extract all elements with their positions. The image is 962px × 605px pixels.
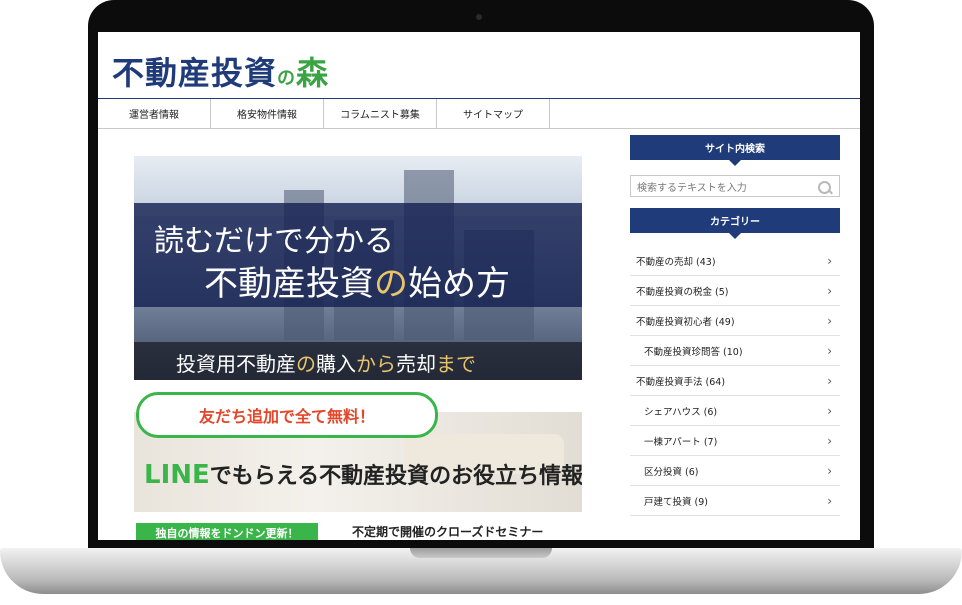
category-widget-title: カテゴリー: [630, 208, 840, 239]
browser-screen: 不動産投資の森 運営者情報 格安物件情報 コラムニスト募集 サイトマップ 読むだ…: [98, 32, 860, 540]
banner-line3-e: 売却: [396, 352, 436, 376]
chevron-right-icon: ›: [827, 493, 832, 508]
category-item[interactable]: シェアハウス (6) ›: [630, 396, 840, 426]
free-friend-pill[interactable]: 友だち追加で全て無料！: [136, 392, 438, 438]
chevron-right-icon: ›: [827, 373, 832, 388]
nav-item-columnist[interactable]: コラムニスト募集: [324, 99, 437, 128]
nav-item-operator[interactable]: 運営者情報: [98, 99, 211, 128]
arrow-down-icon: [729, 160, 741, 166]
category-item[interactable]: 区分投資 (6) ›: [630, 456, 840, 486]
laptop-notch: [410, 548, 552, 558]
category-label: 一棟アパート (7): [644, 436, 718, 448]
search-placeholder: 検索するテキストを入力: [637, 182, 747, 194]
line-banner-rest: でもらえる不動産投資のお役立ち情報: [209, 464, 582, 489]
banner-line2-a: 不動産投資: [204, 264, 374, 304]
category-label: 不動産投資手法 (64): [636, 376, 726, 388]
category-label: 不動産投資初心者 (49): [636, 316, 735, 328]
category-label: シェアハウス (6): [644, 406, 718, 418]
chevron-right-icon: ›: [827, 463, 832, 478]
banner-line1: 読むだけで分かる: [154, 224, 394, 259]
logo-main: 不動産投資: [112, 54, 278, 92]
search-widget-title: サイト内検索: [630, 135, 840, 166]
nav-item-sitemap[interactable]: サイトマップ: [437, 99, 550, 128]
banner-line3-a: 投資用不動産: [176, 352, 296, 376]
category-widget-title-text: カテゴリー: [710, 217, 760, 228]
camera-icon: [476, 14, 482, 20]
update-tag: 独自の情報をドンドン更新！: [136, 523, 318, 540]
category-label: 不動産投資の税金 (5): [636, 286, 729, 298]
seminar-heading: 不定期で開催のクローズドセミナー: [352, 525, 544, 539]
banner-line3-c: 購入: [316, 352, 356, 376]
banner-line3-d: から: [356, 352, 396, 376]
category-item[interactable]: 戸建て投資 (9) ›: [630, 486, 840, 516]
banner-line2-tail: 始め方: [408, 264, 510, 304]
banner-line3-b: の: [296, 352, 316, 376]
banner-line3: 投資用不動産の購入から売却まで: [176, 348, 476, 377]
site-logo[interactable]: 不動産投資の森: [112, 48, 329, 94]
chevron-right-icon: ›: [827, 343, 832, 358]
arrow-down-icon: [729, 233, 741, 239]
search-input[interactable]: 検索するテキストを入力: [630, 175, 840, 197]
chevron-right-icon: ›: [827, 433, 832, 448]
category-item[interactable]: 不動産の売却 (43) ›: [630, 246, 840, 276]
category-item[interactable]: 不動産投資手法 (64) ›: [630, 366, 840, 396]
search-icon[interactable]: [818, 181, 831, 194]
category-label: 戸建て投資 (9): [644, 496, 708, 508]
main-nav: 運営者情報 格安物件情報 コラムニスト募集 サイトマップ: [98, 98, 860, 129]
category-item[interactable]: 一棟アパート (7) ›: [630, 426, 840, 456]
beginner-guide-banner[interactable]: 読むだけで分かる 不動産投資の始め方 投資用不動産の購入から売却まで: [134, 156, 582, 380]
category-label: 不動産の売却 (43): [636, 256, 716, 268]
category-item[interactable]: 不動産投資初心者 (49) ›: [630, 306, 840, 336]
line-banner-text: LINEでもらえる不動産投資のお役立ち情報: [144, 458, 582, 490]
chevron-right-icon: ›: [827, 283, 832, 298]
chevron-right-icon: ›: [827, 403, 832, 418]
category-list: 不動産の売却 (43) › 不動産投資の税金 (5) › 不動産投資初心者 (49) › 不…: [630, 246, 840, 516]
banner-line2: 不動産投資の始め方: [204, 256, 510, 305]
logo-mori: 森: [296, 54, 330, 92]
site-header: 不動産投資の森: [98, 32, 860, 98]
banner-line3-f: まで: [436, 352, 476, 376]
category-label: 不動産投資珍問答 (10): [644, 346, 743, 358]
nav-item-bargain[interactable]: 格安物件情報: [211, 99, 324, 128]
line-word: LINE: [144, 460, 210, 490]
logo-no: の: [277, 68, 297, 89]
banner-line2-no: の: [374, 264, 408, 304]
chevron-right-icon: ›: [827, 313, 832, 328]
chevron-right-icon: ›: [827, 253, 832, 268]
category-label: 区分投資 (6): [644, 466, 699, 478]
category-item[interactable]: 不動産投資珍問答 (10) ›: [630, 336, 840, 366]
category-item[interactable]: 不動産投資の税金 (5) ›: [630, 276, 840, 306]
search-widget-title-text: サイト内検索: [705, 144, 765, 155]
